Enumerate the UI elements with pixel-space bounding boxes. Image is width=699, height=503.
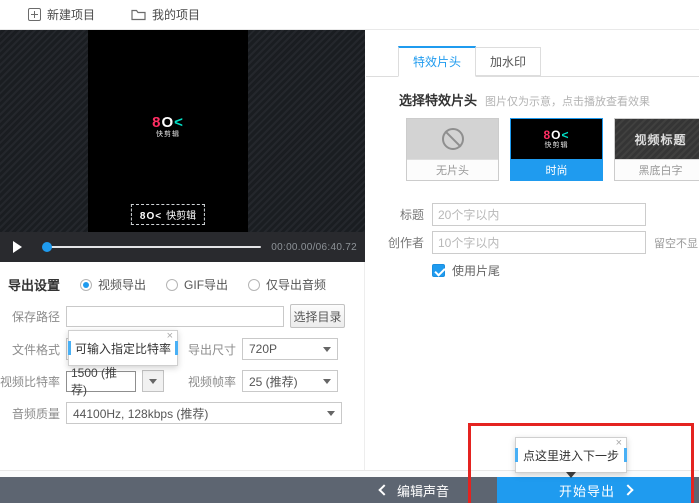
save-path-input[interactable]	[66, 305, 284, 327]
logo-char-o: O	[551, 127, 562, 142]
intro-card-fashion[interactable]: 8O< 快剪辑 时尚	[510, 118, 603, 181]
watermark-brand: 8O<	[139, 211, 163, 222]
tab-watermark[interactable]: 加水印	[476, 47, 542, 76]
fashion-intro-thumb: 8O< 快剪辑	[511, 119, 602, 159]
seek-bar[interactable]	[42, 242, 262, 252]
use-outro-label: 使用片尾	[452, 264, 501, 278]
framerate-value: 25 (推荐)	[249, 374, 298, 389]
prohibition-icon	[441, 128, 464, 150]
new-project-button[interactable]: 新建项目	[28, 6, 95, 23]
new-project-label: 新建项目	[47, 8, 96, 22]
bitrate-value: 1500 (推荐)	[71, 366, 118, 397]
choose-intro-heading: 选择特效片头 图片仅为示意，点击播放查看效果	[399, 90, 650, 109]
file-format-label: 文件格式	[11, 342, 60, 357]
radio-dot	[248, 278, 261, 291]
next-step-tooltip-text: 点这里进入下一步	[522, 448, 619, 463]
bitrate-tooltip: 可输入指定比特率 ×	[68, 330, 178, 366]
choose-intro-note: 图片仅为示意，点击播放查看效果	[485, 96, 651, 108]
save-path-label: 保存路径	[11, 309, 60, 324]
chevron-right-icon	[622, 484, 634, 496]
creator-hint: 留空不显	[654, 237, 698, 250]
edit-sound-label: 编辑声音	[397, 483, 450, 499]
intro-card-video-title-label: 黑底白字	[615, 159, 699, 180]
bitrate-tooltip-text: 可输入指定比特率	[74, 341, 171, 356]
radio-video-export[interactable]: 视频导出	[80, 276, 146, 293]
no-intro-thumb	[407, 119, 498, 159]
app-window: 新建项目 我的项目 8O< 快剪辑 8O< 快剪辑 00:00.00/06:40…	[0, 0, 699, 503]
bitrate-label: 视频比特率	[0, 374, 61, 389]
time-display: 00:00.00/06:40.72	[271, 241, 357, 253]
close-icon[interactable]: ×	[616, 438, 622, 449]
top-toolbar: 新建项目 我的项目	[0, 0, 699, 30]
chevron-down-icon	[327, 411, 335, 416]
tab-bar: 特效片头 加水印	[366, 46, 699, 77]
export-settings-title: 导出设置	[8, 278, 61, 293]
choose-directory-button[interactable]: 选择目录	[290, 304, 345, 328]
intro-card-video-title[interactable]: 视频标题 黑底白字	[614, 118, 699, 181]
start-export-label: 开始导出	[558, 483, 615, 499]
use-outro-checkbox[interactable]	[432, 264, 445, 277]
watermark-text: 快剪辑	[166, 211, 197, 222]
bitrate-input[interactable]: 1500 (推荐)	[66, 366, 136, 397]
radio-dot	[80, 278, 93, 291]
export-size-label: 导出尺寸	[188, 342, 237, 357]
logo-subtitle: 快剪辑	[156, 131, 180, 139]
new-project-icon	[28, 8, 41, 21]
radio-gif-export[interactable]: GIF导出	[166, 276, 228, 293]
watermark-badge: 8O< 快剪辑	[130, 204, 206, 225]
title-input[interactable]	[432, 203, 646, 226]
logo-subtitle: 快剪辑	[544, 141, 569, 149]
start-export-button[interactable]: 开始导出	[497, 477, 694, 503]
video-title-thumb: 视频标题	[615, 119, 699, 159]
intro-option-cards: 无片头 8O< 快剪辑 时尚 视频标题 黑底白字	[406, 118, 699, 181]
audio-quality-label: 音频质量	[11, 406, 60, 421]
player-controls: 00:00.00/06:40.72	[0, 232, 365, 262]
export-settings-panel: 导出设置 视频导出 GIF导出 仅导出音频 保存路径 选择目录 文件格式 导出尺…	[0, 262, 365, 470]
logo-char-k: <	[561, 127, 570, 142]
logo-char-8: 8	[543, 127, 552, 142]
video-logo: 8O< 快剪辑	[88, 114, 248, 139]
title-label: 标题	[399, 208, 424, 222]
intro-card-fashion-label: 时尚	[511, 159, 602, 180]
intro-card-none[interactable]: 无片头	[406, 118, 499, 181]
export-size-dropdown[interactable]: 720P	[242, 338, 338, 360]
logo-char-k: <	[174, 114, 184, 131]
logo-char-o: O	[161, 114, 175, 131]
framerate-dropdown[interactable]: 25 (推荐)	[242, 370, 338, 392]
radio-gif-label: GIF导出	[184, 278, 229, 292]
chevron-down-icon	[323, 379, 331, 384]
folder-icon	[131, 9, 146, 20]
chevron-down-icon	[149, 378, 157, 384]
chevron-left-icon	[378, 484, 390, 496]
choose-intro-title: 选择特效片头	[399, 93, 478, 108]
tab-intro-effects[interactable]: 特效片头	[398, 46, 477, 77]
radio-video-label: 视频导出	[98, 278, 147, 292]
radio-audio-only-export[interactable]: 仅导出音频	[248, 276, 326, 293]
close-icon[interactable]: ×	[167, 331, 173, 342]
framerate-label: 视频帧率	[188, 374, 237, 389]
audio-quality-value: 44100Hz, 128kbps (推荐)	[73, 406, 209, 421]
chevron-down-icon	[323, 347, 331, 352]
play-icon	[12, 241, 22, 253]
audio-quality-dropdown[interactable]: 44100Hz, 128kbps (推荐)	[66, 402, 342, 424]
tooltip-notch	[566, 472, 576, 478]
my-projects-label: 我的项目	[152, 8, 201, 22]
radio-dot	[166, 278, 179, 291]
next-step-tooltip: 点这里进入下一步 ×	[515, 437, 627, 478]
my-projects-button[interactable]: 我的项目	[131, 6, 200, 23]
intro-effects-panel: 特效片头 加水印 选择特效片头 图片仅为示意，点击播放查看效果 无片头 8O< 快…	[366, 30, 699, 470]
play-button[interactable]	[0, 232, 34, 262]
video-frame[interactable]: 8O< 快剪辑 8O< 快剪辑	[88, 30, 248, 232]
creator-label: 创作者	[387, 236, 424, 250]
bitrate-dropdown-button[interactable]	[142, 370, 164, 392]
video-title-thumb-text: 视频标题	[634, 132, 687, 147]
video-preview-area: 8O< 快剪辑 8O< 快剪辑	[0, 30, 365, 232]
export-size-value: 720P	[249, 342, 278, 356]
intro-card-none-label: 无片头	[407, 159, 498, 180]
bottom-action-bar: 编辑声音 开始导出	[0, 477, 699, 503]
edit-sound-button[interactable]: 编辑声音	[378, 477, 450, 503]
creator-input[interactable]	[432, 231, 646, 254]
radio-audio-label: 仅导出音频	[266, 278, 327, 292]
seek-thumb[interactable]	[42, 242, 52, 252]
